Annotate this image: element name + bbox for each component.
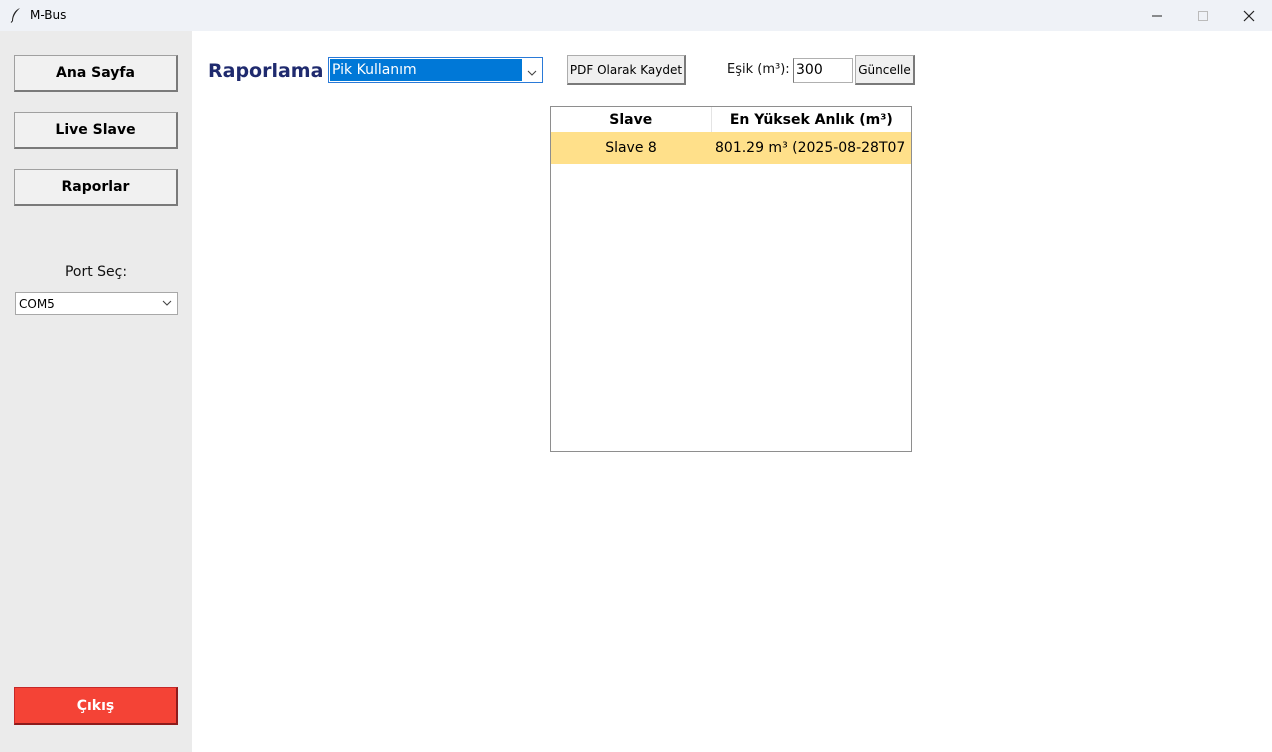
chevron-down-icon	[161, 297, 173, 309]
peak-usage-table: Slave En Yüksek Anlık (m³) Slave 8 801.2…	[550, 106, 912, 452]
feather-icon	[9, 7, 23, 23]
save-pdf-button[interactable]: PDF Olarak Kaydet	[567, 55, 686, 85]
report-type-select[interactable]: Pik Kullanım	[328, 57, 543, 83]
table-header: Slave En Yüksek Anlık (m³)	[551, 107, 911, 133]
page-title: Raporlama	[208, 60, 324, 82]
chevron-down-icon	[526, 64, 538, 76]
maximize-icon[interactable]	[1180, 0, 1226, 31]
port-label: Port Seç:	[64, 264, 128, 280]
column-header-peak[interactable]: En Yüksek Anlık (m³)	[712, 107, 911, 132]
close-icon[interactable]	[1226, 0, 1272, 31]
port-select[interactable]: COM5	[15, 292, 178, 315]
window-title: M-Bus	[30, 8, 67, 22]
title-bar: M-Bus	[0, 0, 1272, 31]
sidebar: Ana Sayfa Live Slave Raporlar Port Seç: …	[0, 31, 192, 752]
live-slave-button[interactable]: Live Slave	[14, 112, 178, 149]
threshold-label: Eşik (m³):	[727, 62, 790, 77]
update-button[interactable]: Güncelle	[855, 55, 915, 85]
table-row[interactable]: Slave 8 801.29 m³ (2025-08-28T07	[551, 132, 911, 164]
cell-peak: 801.29 m³ (2025-08-28T07	[715, 140, 906, 156]
exit-button[interactable]: Çıkış	[14, 687, 178, 725]
minimize-icon[interactable]	[1134, 0, 1180, 31]
column-header-slave[interactable]: Slave	[551, 107, 712, 132]
app-window: M-Bus Ana Sayfa Live Slave Raporlar Port…	[0, 0, 1272, 752]
cell-slave: Slave 8	[605, 140, 657, 156]
reports-button[interactable]: Raporlar	[14, 169, 178, 206]
threshold-input[interactable]: 300	[793, 58, 853, 83]
report-type-value: Pik Kullanım	[330, 59, 522, 81]
port-select-value: COM5	[19, 296, 55, 311]
home-button[interactable]: Ana Sayfa	[14, 55, 178, 92]
